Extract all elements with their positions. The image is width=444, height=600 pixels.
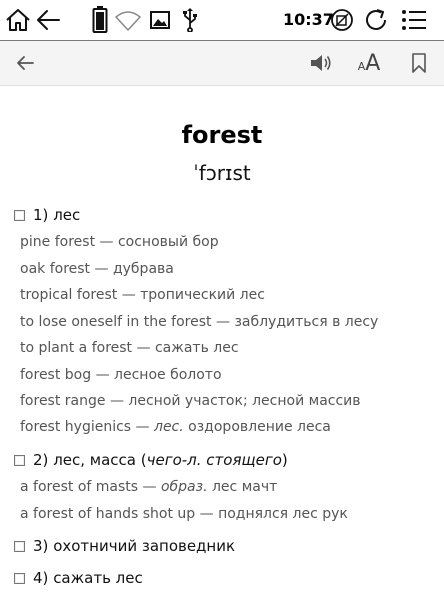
sense-checkbox[interactable] xyxy=(14,209,25,221)
bookmark-icon[interactable] xyxy=(404,49,434,77)
sense-checkbox[interactable] xyxy=(14,540,25,552)
example: to lose oneself in the forest — заблудит… xyxy=(20,314,379,330)
font-size-button[interactable]: A A xyxy=(352,49,386,77)
sync-lock-icon xyxy=(328,6,356,34)
sense-1[interactable]: 1) лес xyxy=(14,204,80,226)
font-size-big-label: A xyxy=(365,50,381,76)
dictionary-toolbar: A A xyxy=(0,41,444,86)
clock: 10:37 xyxy=(283,10,334,29)
example: tropical forest — тропический лес xyxy=(20,287,265,303)
dictionary-entry: forest ˈfɔrɪst 1) лес pine forest — сосн… xyxy=(0,86,444,600)
sense-close: ) xyxy=(281,451,288,469)
sense-number: 4) xyxy=(33,569,49,587)
sense-number: 2) xyxy=(33,451,49,469)
refresh-icon[interactable] xyxy=(362,6,390,34)
example: a forest of masts — образ. лес мачт xyxy=(20,479,278,495)
sense-checkbox[interactable] xyxy=(14,572,25,584)
usage-label: лес. xyxy=(154,419,184,435)
usb-icon xyxy=(176,6,204,34)
gallery-icon xyxy=(146,6,174,34)
home-icon[interactable] xyxy=(4,6,32,34)
example: oak forest — дубрава xyxy=(20,261,174,277)
sense-checkbox[interactable] xyxy=(14,454,25,466)
sense-text: сажать лес xyxy=(53,569,143,587)
sense-2[interactable]: 2) лес, масса (чего-л. стоящего) xyxy=(14,449,288,471)
wifi-icon xyxy=(114,6,142,34)
sense-number: 3) xyxy=(33,537,49,555)
speaker-icon[interactable] xyxy=(306,49,336,77)
example: pine forest — сосновый бор xyxy=(20,234,219,250)
back-arrow-icon[interactable] xyxy=(10,49,40,77)
sense-note: чего-л. стоящего xyxy=(146,451,282,469)
example: a forest of hands shot up — поднялся лес… xyxy=(20,506,348,522)
usage-label: образ. xyxy=(160,479,208,495)
example: to plant a forest — сажать лес xyxy=(20,340,239,356)
sense-number: 1) xyxy=(33,206,49,224)
battery-icon xyxy=(86,6,114,34)
back-arrow-icon[interactable] xyxy=(34,6,62,34)
sense-4[interactable]: 4) сажать лес xyxy=(14,567,143,589)
example: forest hygienics — лес. оздоровление лес… xyxy=(20,419,331,435)
sense-text: лес, масса ( xyxy=(53,451,147,469)
sense-3[interactable]: 3) охотничий заповедник xyxy=(14,535,235,557)
transcription: ˈfɔrɪst xyxy=(193,161,251,185)
sense-text: лес xyxy=(53,206,81,224)
example: forest range — лесной участок; лесной ма… xyxy=(20,393,361,409)
status-bar: 10:37 xyxy=(0,0,444,41)
menu-icon[interactable] xyxy=(400,6,428,34)
sense-text: охотничий заповедник xyxy=(53,537,236,555)
example: forest bog — лесное болото xyxy=(20,367,222,383)
headword: forest xyxy=(181,121,263,149)
font-size-small-label: A xyxy=(357,59,366,73)
